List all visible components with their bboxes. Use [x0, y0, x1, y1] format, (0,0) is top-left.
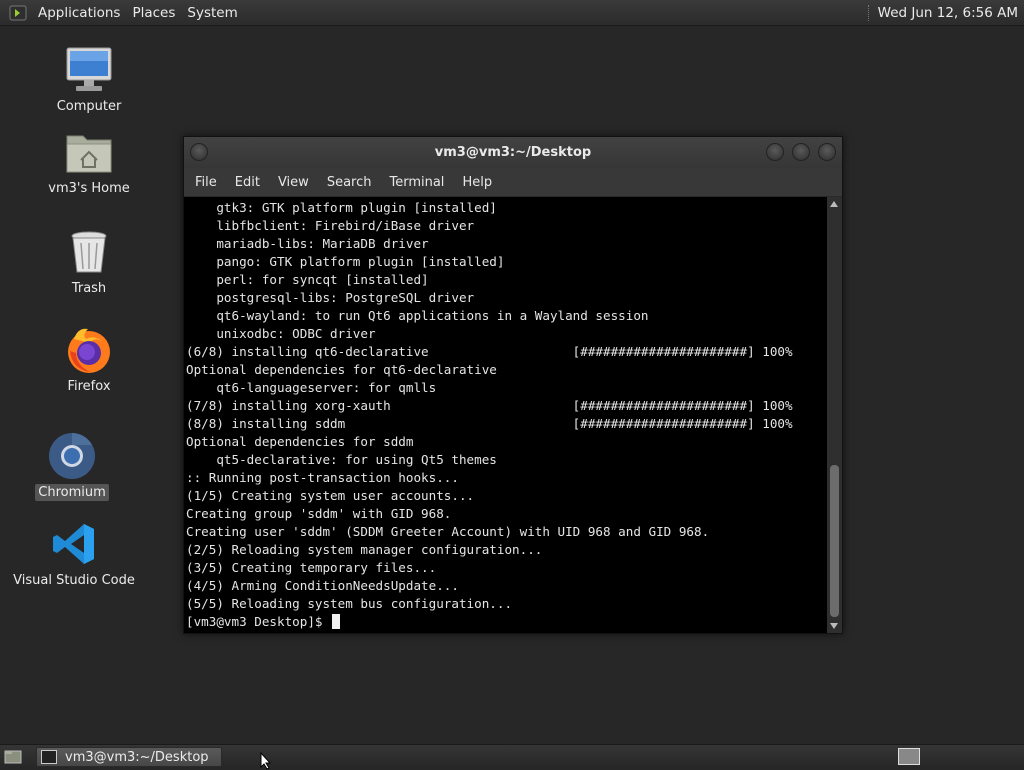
scroll-down-icon[interactable] — [830, 623, 838, 629]
clock[interactable]: Wed Jun 12, 6:56 AM — [878, 5, 1024, 21]
firefox-icon — [63, 324, 115, 376]
window-menu-button[interactable] — [190, 143, 208, 161]
chromium-icon — [46, 430, 98, 482]
terminal-line: qt6-languageserver: for qmlls — [216, 380, 437, 395]
terminal-window[interactable]: vm3@vm3:~/Desktop File Edit View Search … — [183, 136, 843, 634]
maximize-button[interactable] — [792, 143, 810, 161]
desktop-icon-trash[interactable]: Trash — [54, 226, 124, 297]
terminal-line: :: Running post-transaction hooks... — [186, 470, 459, 485]
applications-menu[interactable]: Applications — [32, 5, 126, 21]
terminal-line: (4/5) Arming ConditionNeedsUpdate... — [186, 578, 459, 593]
terminal-cursor — [332, 614, 341, 629]
terminal-line: perl: for syncqt [installed] — [216, 272, 429, 287]
minimize-button[interactable] — [766, 143, 784, 161]
desktop-icon-computer[interactable]: Computer — [54, 44, 124, 115]
show-desktop-icon[interactable] — [2, 748, 24, 766]
system-menu[interactable]: System — [181, 5, 243, 21]
desktop-icon-firefox[interactable]: Firefox — [54, 324, 124, 395]
taskbar-terminal-button[interactable]: vm3@vm3:~/Desktop — [36, 747, 222, 767]
terminal-line: (5/5) Reloading system bus configuration… — [186, 596, 513, 611]
terminal-line: mariadb-libs: MariaDB driver — [216, 236, 429, 251]
terminal-line: Optional dependencies for sddm — [186, 434, 414, 449]
terminal-output[interactable]: gtk3: GTK platform plugin [installed] li… — [184, 197, 826, 633]
terminal-line: (6/8) installing qt6-declarative [######… — [186, 344, 793, 359]
places-menu[interactable]: Places — [126, 5, 181, 21]
workspace-switcher[interactable] — [898, 748, 920, 765]
shell-prompt: [vm3@vm3 Desktop]$ — [186, 614, 331, 629]
terminal-line: Creating user 'sddm' (SDDM Greeter Accou… — [186, 524, 710, 539]
mouse-pointer-icon — [260, 752, 272, 770]
terminal-line: gtk3: GTK platform plugin [installed] — [216, 200, 497, 215]
distro-logo-icon[interactable] — [8, 3, 28, 23]
window-title: vm3@vm3:~/Desktop — [434, 145, 592, 160]
terminal-line: qt5-declarative: for using Qt5 themes — [216, 452, 497, 467]
desktop-icon-label: vm3's Home — [48, 181, 130, 196]
desktop-icon-label: Firefox — [67, 379, 111, 394]
terminal-line: libfbclient: Firebird/iBase driver — [216, 218, 475, 233]
desktop-icon-label: Trash — [71, 281, 107, 296]
computer-icon — [63, 44, 115, 96]
desktop-icon-vscode[interactable]: Visual Studio Code — [13, 518, 135, 589]
desktop-icon-chromium[interactable]: Chromium — [35, 430, 109, 501]
desktop-icon-home[interactable]: vm3's Home — [44, 126, 134, 197]
terminal-scrollbar[interactable] — [827, 197, 842, 633]
menu-file[interactable]: File — [186, 175, 226, 190]
terminal-line: unixodbc: ODBC driver — [216, 326, 376, 341]
terminal-line: (7/8) installing xorg-xauth [###########… — [186, 398, 793, 413]
terminal-icon — [41, 750, 57, 764]
trash-icon — [63, 226, 115, 278]
terminal-text: gtk3: GTK platform plugin [installed] li… — [184, 197, 826, 631]
terminal-line: (1/5) Creating system user accounts... — [186, 488, 475, 503]
scroll-up-icon[interactable] — [830, 201, 838, 207]
close-button[interactable] — [818, 143, 836, 161]
menu-help[interactable]: Help — [453, 175, 501, 190]
terminal-line: (8/8) installing sddm [#################… — [186, 416, 793, 431]
terminal-line: Creating group 'sddm' with GID 968. — [186, 506, 452, 521]
window-titlebar[interactable]: vm3@vm3:~/Desktop — [184, 137, 842, 168]
desktop-icon-label: Chromium — [35, 484, 109, 501]
terminal-line: Optional dependencies for qt6-declarativ… — [186, 362, 497, 377]
desktop-icon-label: Visual Studio Code — [13, 573, 135, 588]
scroll-thumb[interactable] — [830, 465, 839, 617]
vscode-icon — [48, 518, 100, 570]
home-folder-icon — [63, 126, 115, 178]
menu-view[interactable]: View — [269, 175, 318, 190]
top-panel: Applications Places System Wed Jun 12, 6… — [0, 0, 1024, 26]
terminal-line: pango: GTK platform plugin [installed] — [216, 254, 505, 269]
terminal-line: (3/5) Creating temporary files... — [186, 560, 437, 575]
menu-terminal[interactable]: Terminal — [380, 175, 453, 190]
terminal-line: (2/5) Reloading system manager configura… — [186, 542, 543, 557]
terminal-line: postgresql-libs: PostgreSQL driver — [216, 290, 475, 305]
bottom-panel: vm3@vm3:~/Desktop — [0, 744, 1024, 769]
desktop-icon-label: Computer — [56, 99, 122, 114]
terminal-line: qt6-wayland: to run Qt6 applications in … — [216, 308, 649, 323]
menu-edit[interactable]: Edit — [226, 175, 269, 190]
menu-search[interactable]: Search — [318, 175, 381, 190]
panel-separator — [867, 4, 872, 21]
taskbar-label: vm3@vm3:~/Desktop — [65, 749, 209, 765]
terminal-menubar: File Edit View Search Terminal Help — [184, 168, 842, 197]
